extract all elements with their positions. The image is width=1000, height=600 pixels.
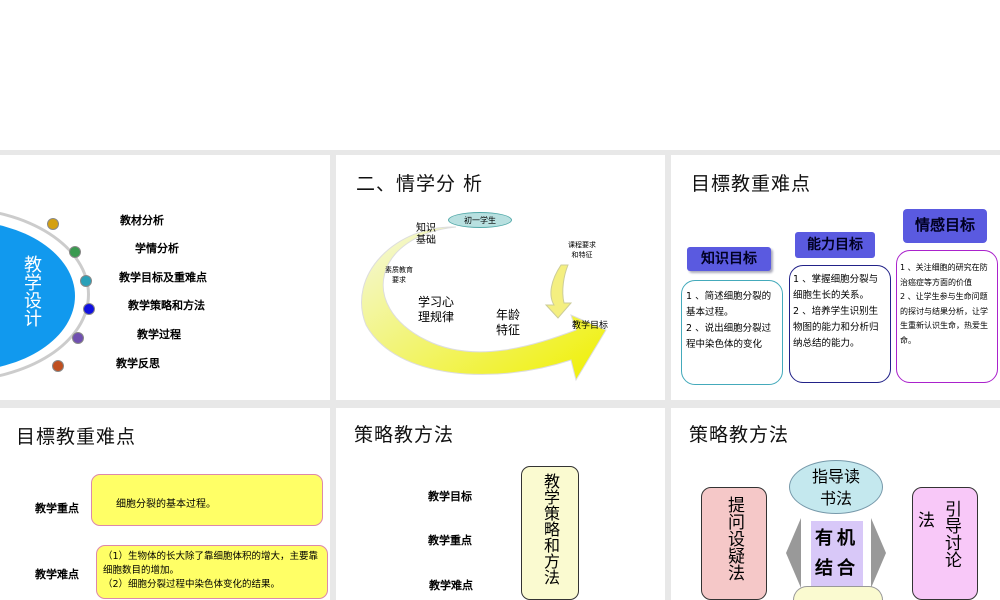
slide-sorter: 教学设计 教材分析 学情分析 教学目标及重难点 教学策略和方法 教学过程 教学反… <box>0 150 1000 600</box>
label: 知识 基础 <box>416 223 436 247</box>
top-method-label: 指导读书法 <box>811 467 860 508</box>
label: 年龄 特征 <box>496 308 520 338</box>
dot-5 <box>72 332 84 344</box>
slide-thumbnail-3[interactable]: 目標教重难点 知识目标 能力目标 情感目标 1 、简述细胞分裂的基本过程。 2 、… <box>671 155 1000 400</box>
label-line: 学习心 <box>418 295 455 309</box>
dot-2 <box>69 246 81 258</box>
label-line: 课程要求 <box>568 241 596 249</box>
goal-label-ability: 能力目标 <box>795 232 875 258</box>
row-label: 教学难点 <box>429 579 473 592</box>
goal-line: 2 、说出细胞分裂过程中染色体的变化 <box>686 323 772 350</box>
row-label: 教学重点 <box>428 534 472 547</box>
goal-line: 1 、掌握细胞分裂与细胞生长的关系。 <box>793 274 879 301</box>
goal-box-ability: 1 、掌握细胞分裂与细胞生长的关系。 2 、培养学生识别生物图的能力和分析归纳总结… <box>789 265 891 383</box>
goal-line: 1 、关注细胞的研究在防治癌症等方面的价值 <box>900 263 988 287</box>
label: 课程要求 和特征 <box>568 240 596 260</box>
menu-item: 学情分析 <box>135 242 179 255</box>
menu-item: 教学策略和方法 <box>128 299 205 312</box>
strategy-box: 教学策略和方法 <box>521 466 579 600</box>
slide-thumbnail-4[interactable]: 目標教重难点 教学重点 细胞分裂的基本过程。 教学难点 （1）生物体的长大除了靠… <box>0 408 330 600</box>
dot-3 <box>80 275 92 287</box>
label: 教学目标 <box>572 321 609 331</box>
label-line: 素质教育 <box>385 266 413 274</box>
menu-item: 教学目标及重难点 <box>119 271 207 284</box>
goal-line: 2 、让学生参与生命问题的探讨与结果分析，让学生重新认识生命，热爱生命。 <box>900 292 988 345</box>
label-line: 年龄 <box>496 308 521 322</box>
top-method-ellipse: 指导读书法 <box>789 460 883 514</box>
label-line: 特征 <box>496 323 521 337</box>
label: 学习心 理规律 <box>418 295 454 325</box>
slide-thumbnail-5[interactable]: 策略教方法 教学目标 教学重点 教学难点 教学策略和方法 <box>336 408 665 600</box>
dot-4 <box>83 303 95 315</box>
row-label: 教学目标 <box>428 490 472 503</box>
goal-line: 2 、培养学生识别生物图的能力和分析归纳总结的能力。 <box>793 306 879 349</box>
label-line: 知识 <box>416 223 436 234</box>
dot-1 <box>47 218 59 230</box>
slide-title: 目標教重难点 <box>16 426 137 448</box>
label-line: 理规律 <box>418 310 455 324</box>
goal-label-knowledge: 知识目标 <box>687 247 771 271</box>
center-label: 教学设计 <box>21 255 42 327</box>
top-blank-area <box>0 0 1000 150</box>
label-line: 基础 <box>416 235 436 246</box>
difficult-point-box: （1）生物体的长大除了靠细胞体积的增大，主要靠细胞数目的增加。 （2）细胞分裂过程… <box>96 545 328 599</box>
key-point-box: 细胞分裂的基本过程。 <box>91 474 323 526</box>
bottom-ellipse <box>793 586 883 600</box>
difficult-line: （1）生物体的长大除了靠细胞体积的增大，主要靠细胞数目的增加。 <box>103 551 319 576</box>
goal-box-emotion: 1 、关注细胞的研究在防治癌症等方面的价值 2 、让学生参与生命问题的探讨与结果分… <box>896 250 998 383</box>
center-box: 有机结合 <box>811 521 863 587</box>
difficult-point-label: 教学难点 <box>35 568 79 581</box>
key-point-text: 细胞分裂的基本过程。 <box>116 499 216 510</box>
slide-thumbnail-2[interactable]: 二、情学分 析 初一学生 知识 基础 素质教育 要求 学习心 理规律 年龄 特征 课程要… <box>336 155 665 400</box>
slide-thumbnail-6[interactable]: 策略教方法 提问设疑法 法 引导讨论 指导读书法 有机结合 <box>671 408 1000 600</box>
slide-title: 目標教重难点 <box>691 173 812 195</box>
label-line: 和特征 <box>571 251 593 259</box>
label: 素质教育 要求 <box>385 265 413 285</box>
key-point-label: 教学重点 <box>35 502 79 515</box>
slide-title: 策略教方法 <box>354 424 455 446</box>
slide-thumbnail-1[interactable]: 教学设计 教材分析 学情分析 教学目标及重难点 教学策略和方法 教学过程 教学反… <box>0 155 330 400</box>
menu-item: 教学反思 <box>116 357 160 370</box>
goal-label-emotion: 情感目标 <box>903 209 987 243</box>
label-line: 要求 <box>392 276 406 284</box>
difficult-line: （2）细胞分裂过程中染色体变化的结果。 <box>103 579 281 590</box>
menu-item: 教材分析 <box>120 214 164 227</box>
dot-6 <box>52 360 64 372</box>
goal-box-knowledge: 1 、简述细胞分裂的基本过程。 2 、说出细胞分裂过程中染色体的变化 <box>681 280 783 385</box>
menu-item: 教学过程 <box>137 328 181 341</box>
goal-line: 1 、简述细胞分裂的基本过程。 <box>686 291 772 318</box>
oval-label: 初一学生 <box>448 212 512 228</box>
